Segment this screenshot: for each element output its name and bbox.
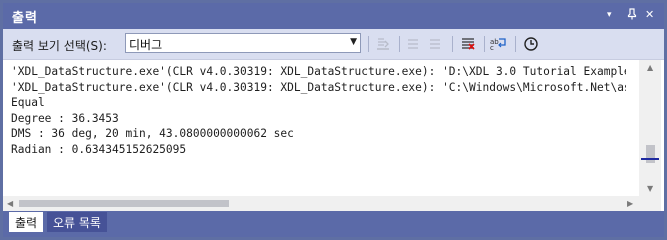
svg-text:c: c <box>490 44 494 51</box>
vertical-scrollbar[interactable]: ▲ ▼ <box>639 60 661 211</box>
toolbar-separator <box>515 36 516 52</box>
window-menu-icon[interactable]: ▾ <box>607 10 612 20</box>
find-message-in-code-icon[interactable] <box>373 35 393 53</box>
panel-tabs: 출력 오류 목록 <box>3 211 664 237</box>
output-line: Equal <box>11 96 45 109</box>
word-wrap-icon[interactable]: ab c <box>489 35 509 53</box>
clock-icon[interactable] <box>521 35 541 53</box>
clear-all-icon[interactable] <box>458 35 478 53</box>
output-text: 'XDL_DataStructure.exe'(CLR v4.0.30319: … <box>11 64 626 200</box>
source-label: 출력 보기 선택(S): <box>12 39 107 53</box>
toolbar-separator <box>399 36 400 52</box>
tab-error-list[interactable]: 오류 목록 <box>47 212 107 232</box>
output-line: Radian : 0.634345152625095 <box>11 142 187 156</box>
title-bar: 출력 ▾ ✕ <box>3 3 664 29</box>
output-source-value: 디버그 <box>129 38 163 52</box>
pin-icon[interactable] <box>627 8 637 23</box>
toolbar-separator <box>368 36 369 52</box>
scroll-down-icon[interactable]: ▼ <box>647 184 653 193</box>
go-to-next-message-icon[interactable] <box>425 35 445 53</box>
go-to-previous-message-icon[interactable] <box>403 35 423 53</box>
window-title: 출력 <box>12 11 38 26</box>
output-line: Degree : 36.3453 <box>11 111 119 125</box>
output-source-select[interactable]: 디버그 ▼ <box>125 33 361 53</box>
scroll-right-icon[interactable]: ▶ <box>627 199 633 208</box>
toolbar-separator <box>484 36 485 52</box>
output-window: 출력 ▾ ✕ 출력 보기 선택(S): 디버그 ▼ ab c 'XDL_Data… <box>0 0 667 240</box>
scroll-left-icon[interactable]: ◀ <box>7 199 13 208</box>
chevron-down-icon: ▼ <box>350 37 357 47</box>
output-toolbar: 출력 보기 선택(S): 디버그 ▼ ab c <box>3 29 664 60</box>
tab-output[interactable]: 출력 <box>9 212 44 232</box>
close-icon[interactable]: ✕ <box>645 8 654 21</box>
output-line: 'XDL_DataStructure.exe'(CLR v4.0.30319: … <box>11 80 626 94</box>
output-line: 'XDL_DataStructure.exe'(CLR v4.0.30319: … <box>11 65 626 78</box>
output-text-area[interactable]: 'XDL_DataStructure.exe'(CLR v4.0.30319: … <box>3 60 664 211</box>
horizontal-scroll-thumb[interactable] <box>19 200 229 207</box>
toolbar-separator <box>452 36 453 52</box>
scroll-up-icon[interactable]: ▲ <box>647 63 653 72</box>
scroll-position-marker <box>641 158 659 160</box>
vertical-scroll-thumb[interactable] <box>646 145 655 163</box>
output-line: DMS : 36 deg, 20 min, 43.0800000000062 s… <box>11 127 294 140</box>
horizontal-scrollbar[interactable]: ◀ ▶ <box>3 196 639 211</box>
